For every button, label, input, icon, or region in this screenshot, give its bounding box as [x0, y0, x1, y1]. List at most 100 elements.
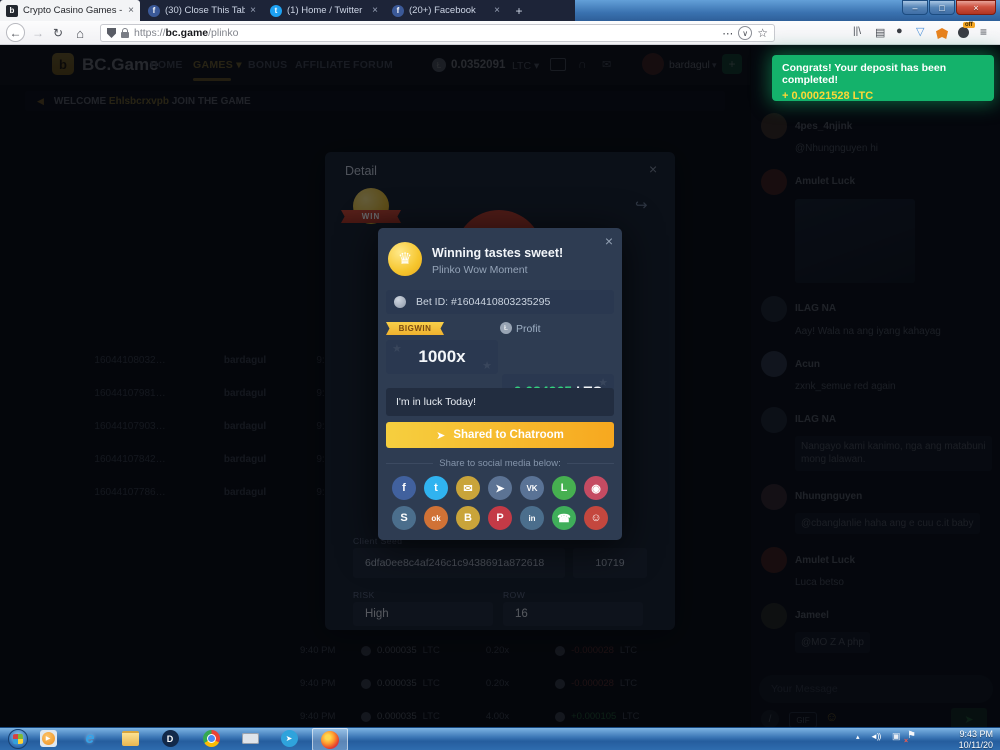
taskbar-telegram[interactable]: ➤ [274, 728, 304, 749]
social-row-2: S ok B P in ☎ ☺ [392, 506, 608, 530]
firefox-icon [321, 731, 339, 749]
bcgame-favicon: b [6, 5, 18, 17]
pinterest-icon[interactable]: P [488, 506, 512, 530]
taskbar-wmp[interactable]: ▶ [33, 728, 63, 749]
new-tab-button[interactable]: + [510, 2, 528, 19]
facebook-icon[interactable]: f [392, 476, 416, 500]
telegram-icon[interactable]: ➤ [488, 476, 512, 500]
bookmark-star-icon[interactable]: ☆ [757, 26, 768, 40]
extension-off-badge: off [963, 22, 975, 28]
modal-title: Winning tastes sweet! [432, 246, 563, 260]
lock-icon [121, 32, 129, 38]
toast-amount: + 0.00021528 LTC [782, 90, 984, 102]
shield-extension-icon[interactable]: ▽ [916, 25, 924, 38]
crown-badge-icon: ♛ [388, 242, 422, 276]
action-center-alert-badge: × [904, 738, 908, 745]
tab-title: (30) Close This Tab [165, 5, 245, 16]
clock-date: 10/11/20 [925, 740, 993, 750]
metamask-fox-icon[interactable] [936, 28, 948, 39]
action-center-flag-icon[interactable]: ⚑ [907, 730, 916, 741]
tab-facebook[interactable]: f (20+) Facebook × [386, 0, 506, 21]
bet-id-text: Bet ID: #1604410803235295 [416, 296, 550, 308]
taskbar-chrome[interactable] [196, 728, 226, 749]
taskbar-internet-explorer[interactable]: e [75, 728, 105, 749]
taskbar-keyboard[interactable] [235, 728, 265, 749]
back-icon: ← [10, 26, 22, 40]
reload-button[interactable]: ↻ [50, 25, 66, 41]
skype-icon[interactable]: S [392, 506, 416, 530]
share-to-chatroom-button[interactable]: ➤ Shared to Chatroom [386, 422, 614, 448]
url-text: https://bc.game/plinko [134, 27, 238, 39]
url-bar[interactable]: https://bc.game/plinko ⋯ ∨ ☆ [100, 24, 775, 42]
forward-icon: → [32, 26, 44, 40]
deposit-toast[interactable]: Congrats! Your deposit has been complete… [772, 55, 994, 101]
tab-title: (20+) Facebook [409, 5, 489, 16]
sidebar-icon[interactable]: ▤ [875, 26, 885, 39]
tab-close-icon[interactable]: × [494, 5, 500, 16]
twitter-icon[interactable]: t [424, 476, 448, 500]
line-icon[interactable]: L [552, 476, 576, 500]
tracking-shield-icon[interactable] [107, 28, 116, 38]
linkedin-icon[interactable]: in [520, 506, 544, 530]
telegram-icon: ➤ [281, 730, 298, 747]
reload-icon: ↻ [53, 26, 63, 40]
toast-message: Congrats! Your deposit has been complete… [782, 62, 984, 86]
tab-close-icon[interactable]: × [372, 5, 378, 16]
tab-title: (1) Home / Twitter [287, 5, 367, 16]
windows-flag-icon [13, 733, 23, 743]
taskbar-firefox-active[interactable] [312, 728, 348, 750]
back-button[interactable]: ← [6, 23, 25, 42]
share-message-input[interactable] [386, 388, 614, 416]
library-icon[interactable]: ||\ [853, 26, 861, 37]
network-icon[interactable]: ▣ [892, 731, 901, 742]
bigwin-badge: BIGWIN [386, 322, 444, 335]
tab-title: Crypto Casino Games - The 16 [23, 5, 123, 16]
profit-label: Profit [516, 323, 541, 335]
tab-close-icon[interactable]: × [128, 5, 134, 16]
play-icon: ▶ [42, 732, 55, 745]
tab-bcgame[interactable]: b Crypto Casino Games - The 16 × [0, 0, 140, 21]
keyboard-icon [242, 733, 259, 744]
share-win-modal: × ♛ Winning tastes sweet! Plinko Wow Mom… [378, 228, 622, 540]
reddit-icon[interactable]: ☺ [584, 506, 608, 530]
tab-close-icon[interactable]: × [250, 5, 256, 16]
screen: b Crypto Casino Games - The 16 × f (30) … [0, 0, 1000, 750]
vk-icon[interactable]: VK [520, 476, 544, 500]
forward-button[interactable]: → [30, 25, 46, 41]
close-button[interactable]: × [956, 0, 996, 15]
whatsapp-icon[interactable]: ☎ [552, 506, 576, 530]
bet-id-row: Bet ID: #1604410803235295 [386, 290, 614, 314]
pocket-icon[interactable]: ∨ [738, 26, 752, 40]
extension-dark-icon[interactable]: ● [896, 25, 903, 37]
ball-icon [394, 296, 406, 308]
menu-icon[interactable]: ≡ [980, 25, 987, 39]
tab-twitter[interactable]: t (1) Home / Twitter × [264, 0, 384, 21]
taskbar-explorer[interactable] [115, 728, 145, 749]
restore-button[interactable]: □ [929, 0, 955, 15]
volume-icon[interactable]: ◄)) [870, 732, 880, 741]
home-button[interactable]: ⌂ [72, 25, 88, 41]
odnoklassniki-icon[interactable]: ok [424, 506, 448, 530]
social-row-1: f t ✉ ➤ VK L ◉ [392, 476, 608, 500]
taskbar [0, 727, 1000, 750]
instagram-icon[interactable]: ◉ [584, 476, 608, 500]
minimize-button[interactable]: – [902, 0, 928, 15]
adblock-extension-icon[interactable] [958, 27, 969, 38]
window-titlebar: b Crypto Casino Games - The 16 × f (30) … [0, 0, 1000, 21]
multiplier-value: 1000x [418, 347, 465, 367]
social-divider: Share to social media below: [386, 458, 614, 469]
home-icon: ⌂ [76, 26, 84, 41]
tab-strip: b Crypto Casino Games - The 16 × f (30) … [0, 0, 575, 21]
email-icon[interactable]: ✉ [456, 476, 480, 500]
chrome-icon [203, 730, 220, 747]
tab-facebook-close[interactable]: f (30) Close This Tab × [142, 0, 262, 21]
paper-plane-icon: ➤ [436, 429, 445, 442]
bitcoin-icon[interactable]: B [456, 506, 480, 530]
taskbar-digibyte[interactable]: D [155, 728, 185, 749]
tray-expand-icon[interactable]: ▴ [856, 733, 860, 741]
page-actions-icon[interactable]: ⋯ [722, 27, 733, 40]
clock[interactable]: 9:43 PM 10/11/20 [925, 729, 993, 750]
start-button[interactable] [3, 728, 33, 749]
close-icon[interactable]: × [605, 233, 613, 249]
browser-toolbar: ← → ↻ ⌂ https://bc.game/plinko ⋯ ∨ ☆ ||\… [0, 21, 1000, 45]
